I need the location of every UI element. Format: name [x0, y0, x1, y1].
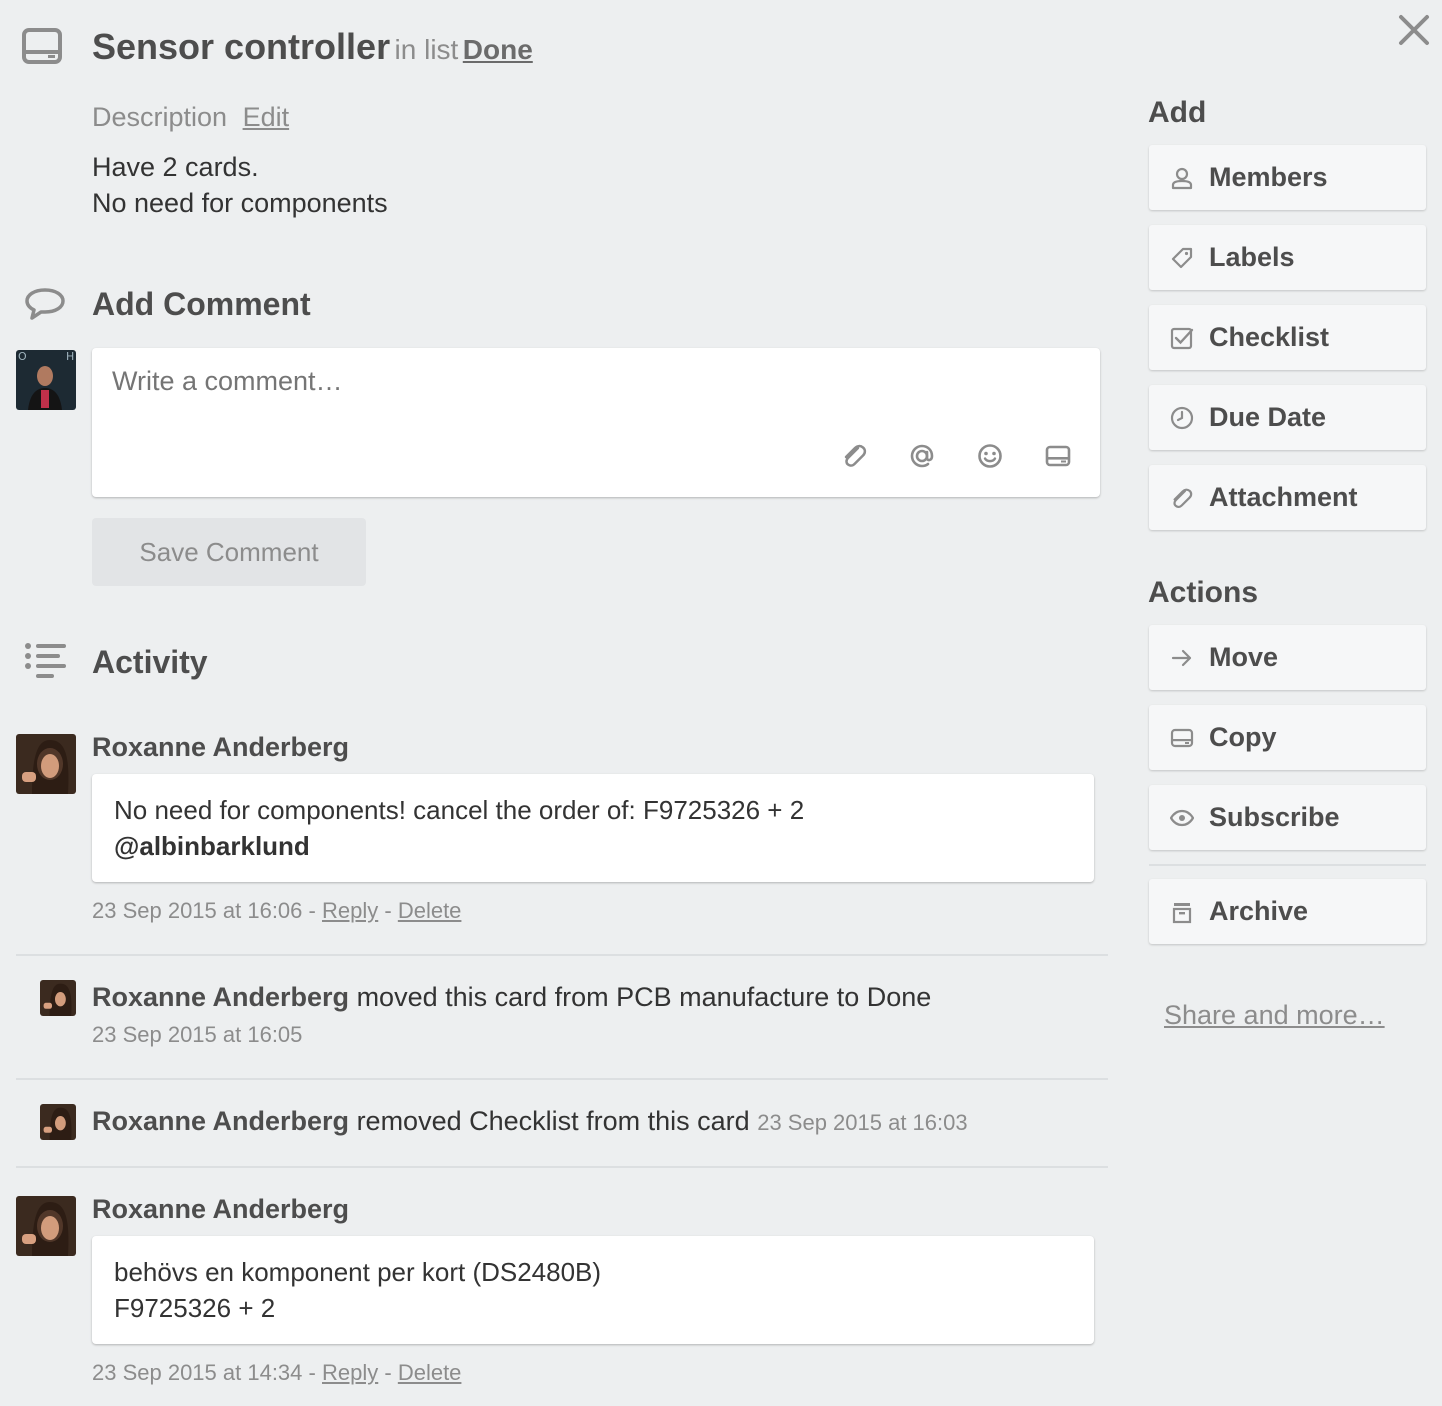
attachment-icon[interactable] — [840, 442, 868, 470]
in-list-prefix: in list — [394, 34, 459, 65]
attachment-label: Attachment — [1209, 482, 1358, 512]
move-button[interactable]: Move — [1149, 625, 1426, 690]
archive-button[interactable]: Archive — [1149, 879, 1426, 944]
description-line: Have 2 cards. — [92, 152, 259, 182]
divider — [1149, 864, 1426, 866]
members-label: Members — [1209, 162, 1328, 192]
eye-icon — [1169, 805, 1195, 831]
comment-timestamp[interactable]: 23 Sep 2015 at 14:34 — [92, 1360, 302, 1385]
emoji-icon[interactable] — [976, 442, 1004, 470]
comment-timestamp[interactable]: 23 Sep 2015 at 16:06 — [92, 898, 302, 923]
reply-link[interactable]: Reply — [322, 898, 378, 923]
labels-label: Labels — [1209, 242, 1295, 272]
actions-section-title: Actions — [1148, 576, 1259, 609]
members-button[interactable]: Members — [1149, 145, 1426, 210]
separator: - — [384, 1360, 392, 1385]
add-comment-title: Add Comment — [92, 286, 311, 322]
checkbox-icon — [1169, 325, 1195, 351]
archive-label: Archive — [1209, 896, 1309, 926]
activity-timestamp[interactable]: 23 Sep 2015 at 16:03 — [757, 1110, 967, 1135]
card-link-icon[interactable] — [1044, 442, 1072, 470]
avatar[interactable] — [16, 734, 76, 794]
activity-author[interactable]: Roxanne Anderberg — [92, 732, 349, 763]
close-icon[interactable] — [1398, 14, 1430, 46]
card-title[interactable]: Sensor controller — [92, 26, 390, 67]
tag-icon — [1169, 245, 1195, 271]
comment-body: behövs en komponent per kort (DS2480B) F… — [92, 1236, 1094, 1344]
activity-author[interactable]: Roxanne Anderberg — [92, 1106, 349, 1136]
archive-icon — [1169, 899, 1195, 925]
divider — [16, 1078, 1108, 1080]
paperclip-icon — [1169, 485, 1195, 511]
divider — [16, 954, 1108, 956]
subscribe-button[interactable]: Subscribe — [1149, 785, 1426, 850]
clock-icon — [1169, 405, 1195, 431]
description-line: No need for components — [92, 188, 388, 218]
avatar[interactable] — [16, 1196, 76, 1256]
activity-timestamp[interactable]: 23 Sep 2015 at 16:05 — [92, 1022, 302, 1048]
separator: - — [308, 1360, 316, 1385]
attachment-button[interactable]: Attachment — [1149, 465, 1426, 530]
move-label: Move — [1209, 642, 1279, 672]
separator: - — [384, 898, 392, 923]
arrow-right-icon — [1169, 645, 1195, 671]
comment-body: No need for components! cancel the order… — [92, 774, 1094, 882]
activity-action-text: moved this card from PCB manufacture to … — [356, 982, 932, 1012]
copy-button[interactable]: Copy — [1149, 705, 1426, 770]
comment-text: behövs en komponent per kort (DS2480B) — [114, 1257, 602, 1287]
list-link[interactable]: Done — [463, 34, 533, 65]
person-icon — [1169, 165, 1195, 191]
avatar[interactable] — [40, 1104, 76, 1140]
description-label: Description — [92, 102, 228, 132]
comment-text: F9725326 + 2 — [114, 1293, 276, 1323]
current-user-avatar: O H — [16, 350, 76, 410]
add-section-title: Add — [1148, 96, 1207, 129]
svg-text:O: O — [18, 350, 27, 363]
checklist-label: Checklist — [1209, 322, 1330, 352]
activity-title: Activity — [92, 644, 208, 680]
labels-button[interactable]: Labels — [1149, 225, 1426, 290]
delete-link[interactable]: Delete — [398, 1360, 462, 1385]
delete-link[interactable]: Delete — [398, 898, 462, 923]
due-date-button[interactable]: Due Date — [1149, 385, 1426, 450]
activity-icon — [24, 642, 68, 678]
svg-text:H: H — [66, 350, 74, 363]
activity-author[interactable]: Roxanne Anderberg — [92, 982, 349, 1012]
description-text[interactable]: Have 2 cards. No need for components — [92, 149, 388, 221]
checklist-button[interactable]: Checklist — [1149, 305, 1426, 370]
activity-author[interactable]: Roxanne Anderberg — [92, 1194, 349, 1225]
comment-input-box[interactable] — [92, 348, 1100, 497]
card-icon — [1169, 725, 1195, 751]
description-edit-link[interactable]: Edit — [243, 102, 290, 132]
separator: - — [308, 898, 316, 923]
divider — [16, 1166, 1108, 1168]
comment-input[interactable] — [112, 366, 1072, 426]
subscribe-label: Subscribe — [1209, 802, 1340, 832]
comment-icon — [24, 286, 66, 322]
save-comment-button[interactable]: Save Comment — [92, 518, 366, 586]
share-and-more-link[interactable]: Share and more… — [1164, 1000, 1385, 1031]
mention-icon[interactable] — [908, 442, 936, 470]
due-date-label: Due Date — [1209, 402, 1327, 432]
reply-link[interactable]: Reply — [322, 1360, 378, 1385]
comment-text: No need for components! cancel the order… — [114, 795, 805, 825]
mention-link[interactable]: @albinbarklund — [114, 828, 1072, 864]
card-icon — [22, 28, 62, 64]
copy-label: Copy — [1209, 722, 1277, 752]
activity-action-text: removed Checklist from this card — [356, 1106, 750, 1136]
avatar[interactable] — [40, 980, 76, 1016]
